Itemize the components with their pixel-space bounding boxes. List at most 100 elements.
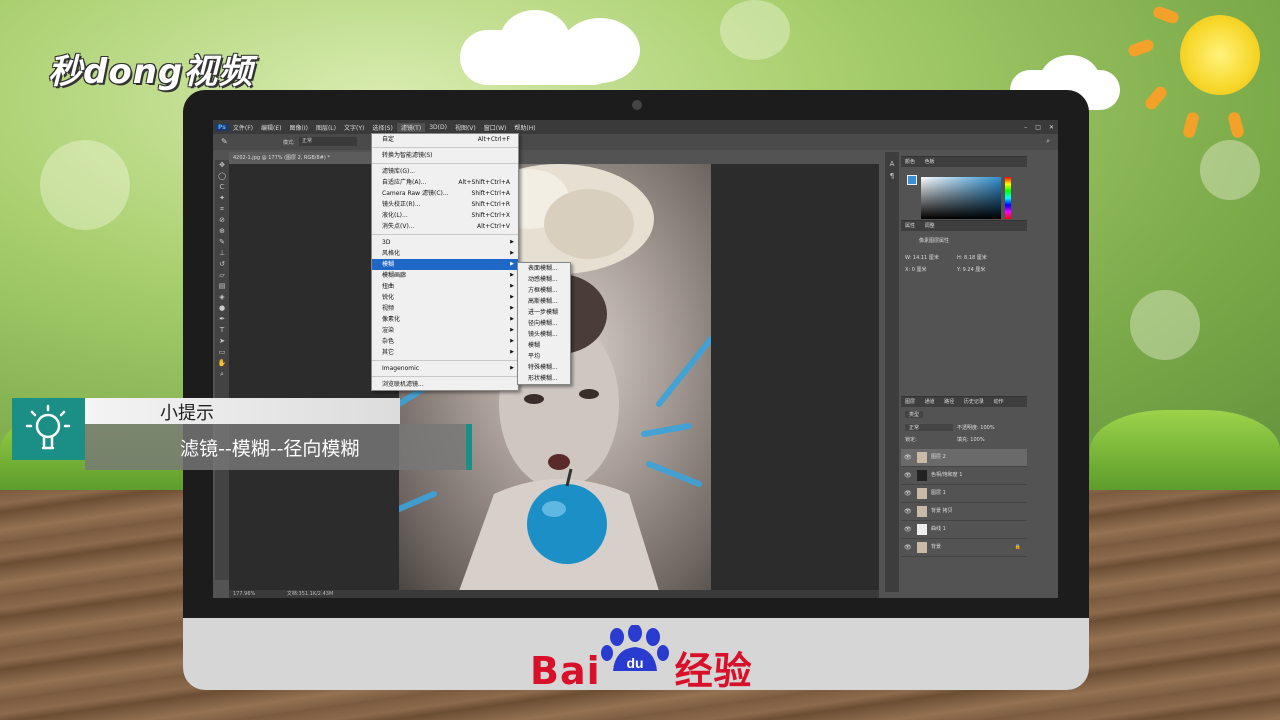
menu-view[interactable]: 视图(V)	[451, 123, 480, 132]
menu-item-distort[interactable]: 扭曲 ▶	[372, 281, 518, 292]
pen-tool-icon[interactable]: ✒	[215, 314, 229, 325]
menu-item-stylize[interactable]: 风格化 ▶	[372, 248, 518, 259]
layer-kind-filter[interactable]: 类型	[905, 411, 924, 418]
history-brush-tool-icon[interactable]: ↺	[215, 259, 229, 270]
type-tool-icon[interactable]: T	[215, 325, 229, 336]
maximize-icon[interactable]: □	[1031, 124, 1045, 131]
tab-paths[interactable]: 路径	[944, 399, 954, 405]
y-field[interactable]: Y: 9.24 厘米	[957, 266, 985, 273]
blur-tool-icon[interactable]: ◈	[215, 292, 229, 303]
brush-icon[interactable]: ✎	[221, 137, 228, 146]
eye-icon[interactable]: 👁	[904, 449, 912, 466]
menu-item-sharpen[interactable]: 锐化 ▶	[372, 292, 518, 303]
paragraph-panel-icon[interactable]: ¶	[885, 172, 899, 180]
tab-channels[interactable]: 通道	[925, 399, 935, 405]
menu-item-blur-simple[interactable]: 模糊	[518, 340, 570, 351]
shape-tool-icon[interactable]: ▭	[215, 347, 229, 358]
zoom-tool-icon[interactable]: ⌕	[215, 369, 229, 380]
magic-wand-tool-icon[interactable]: ✦	[215, 193, 229, 204]
menu-file[interactable]: 文件(F)	[229, 123, 257, 132]
brush-tool-icon[interactable]: ✎	[215, 237, 229, 248]
path-select-tool-icon[interactable]: ➤	[215, 336, 229, 347]
menu-item-convert-smart[interactable]: 转换为智能滤镜(S)	[372, 150, 518, 161]
stamp-tool-icon[interactable]: ⊥	[215, 248, 229, 259]
height-field[interactable]: H: 8.18 厘米	[957, 254, 987, 261]
menu-item-lens-correction[interactable]: 镜头校正(R)... Shift+Ctrl+R	[372, 199, 518, 210]
menu-item-motion-blur[interactable]: 动感模糊...	[518, 274, 570, 285]
color-picker-field[interactable]	[921, 177, 1001, 219]
menu-item-pixelate[interactable]: 像素化 ▶	[372, 314, 518, 325]
menu-item-render[interactable]: 渲染 ▶	[372, 325, 518, 336]
eye-icon[interactable]: 👁	[904, 503, 912, 520]
hue-slider[interactable]	[1005, 177, 1011, 219]
menu-item-vanishing-point[interactable]: 消失点(V)... Alt+Ctrl+V	[372, 221, 518, 232]
character-panel-icon[interactable]: A	[885, 160, 899, 168]
layer-row[interactable]: 👁 图层 2	[901, 449, 1027, 467]
layer-row[interactable]: 👁 曲线 1	[901, 521, 1027, 539]
fill-field[interactable]: 填充: 100%	[957, 436, 985, 443]
tab-properties[interactable]: 属性	[905, 223, 915, 229]
layer-row[interactable]: 👁 背景 拷贝	[901, 503, 1027, 521]
menu-help[interactable]: 帮助(H)	[510, 123, 539, 132]
menu-item-blur-gallery[interactable]: 模糊画廊 ▶	[372, 270, 518, 281]
minimize-icon[interactable]: –	[1020, 124, 1031, 131]
menu-layer[interactable]: 图层(L)	[312, 123, 340, 132]
tab-layers[interactable]: 图层	[905, 399, 915, 405]
hand-tool-icon[interactable]: ✋	[215, 358, 229, 369]
dodge-tool-icon[interactable]: ●	[215, 303, 229, 314]
opacity-field[interactable]: 不透明度: 100%	[957, 424, 995, 431]
tab-adjustments[interactable]: 调整	[925, 223, 935, 229]
menu-item-last-filter[interactable]: 自定 Alt+Ctrl+F	[372, 134, 518, 145]
menu-item-imagenomic[interactable]: Imagenomic ▶	[372, 363, 518, 374]
search-icon[interactable]: ⌕	[1046, 137, 1050, 146]
marquee-tool-icon[interactable]: ◯	[215, 171, 229, 182]
layer-row[interactable]: 👁 图层 1	[901, 485, 1027, 503]
menu-item-filter-gallery[interactable]: 滤镜库(G)...	[372, 166, 518, 177]
menu-item-3d[interactable]: 3D ▶	[372, 237, 518, 248]
menu-type[interactable]: 文字(Y)	[340, 123, 368, 132]
menu-item-blur-more[interactable]: 进一步模糊	[518, 307, 570, 318]
tab-color[interactable]: 颜色	[905, 159, 915, 165]
eraser-tool-icon[interactable]: ▱	[215, 270, 229, 281]
mode-select[interactable]: 正常	[299, 137, 357, 146]
tab-history[interactable]: 历史记录	[964, 399, 984, 405]
menu-item-video[interactable]: 视频 ▶	[372, 303, 518, 314]
menu-item-radial-blur[interactable]: 径向模糊...	[518, 318, 570, 329]
menu-item-browse-online[interactable]: 浏览联机滤镜...	[372, 379, 518, 390]
menu-item-blur[interactable]: 模糊 ▶	[372, 259, 518, 270]
tab-actions[interactable]: 动作	[993, 399, 1003, 405]
crop-tool-icon[interactable]: ⌗	[215, 204, 229, 215]
menu-item-surface-blur[interactable]: 表面模糊...	[518, 263, 570, 274]
eye-icon[interactable]: 👁	[904, 485, 912, 502]
document-tab[interactable]: 4202-1.jpg @ 177% (图层 2, RGB/8#) *	[229, 152, 383, 164]
x-field[interactable]: X: 0 厘米	[905, 266, 926, 273]
menu-item-shape-blur[interactable]: 形状模糊...	[518, 373, 570, 384]
layer-row[interactable]: 👁 背景 🔒	[901, 539, 1027, 557]
healing-tool-icon[interactable]: ⊕	[215, 226, 229, 237]
eye-icon[interactable]: 👁	[904, 467, 912, 484]
menu-item-liquify[interactable]: 液化(L)... Shift+Ctrl+X	[372, 210, 518, 221]
zoom-level[interactable]: 177.96%	[233, 591, 255, 597]
gradient-tool-icon[interactable]: ▤	[215, 281, 229, 292]
layer-row[interactable]: 👁 色相/饱和度 1	[901, 467, 1027, 485]
menu-image[interactable]: 图像(I)	[286, 123, 312, 132]
width-field[interactable]: W: 14.11 厘米	[905, 254, 939, 261]
foreground-color-swatch[interactable]	[907, 175, 917, 185]
menu-3d[interactable]: 3D(D)	[425, 124, 451, 131]
menu-filter[interactable]: 滤镜(T)	[396, 122, 426, 132]
lasso-tool-icon[interactable]: ᑕ	[215, 182, 229, 193]
move-tool-icon[interactable]: ✥	[215, 160, 229, 171]
menu-item-gaussian-blur[interactable]: 高斯模糊...	[518, 296, 570, 307]
menu-item-noise[interactable]: 杂色 ▶	[372, 336, 518, 347]
close-icon[interactable]: ✕	[1045, 124, 1058, 131]
menu-item-camera-raw[interactable]: Camera Raw 滤镜(C)... Shift+Ctrl+A	[372, 188, 518, 199]
eye-icon[interactable]: 👁	[904, 521, 912, 538]
menu-edit[interactable]: 编辑(E)	[257, 123, 285, 132]
menu-select[interactable]: 选择(S)	[368, 123, 397, 132]
blend-mode-select[interactable]: 正常	[905, 424, 953, 431]
menu-item-smart-blur[interactable]: 特殊模糊...	[518, 362, 570, 373]
eyedropper-tool-icon[interactable]: ⊘	[215, 215, 229, 226]
menu-window[interactable]: 窗口(W)	[480, 123, 511, 132]
tab-swatches[interactable]: 色板	[925, 159, 935, 165]
eye-icon[interactable]: 👁	[904, 539, 912, 556]
